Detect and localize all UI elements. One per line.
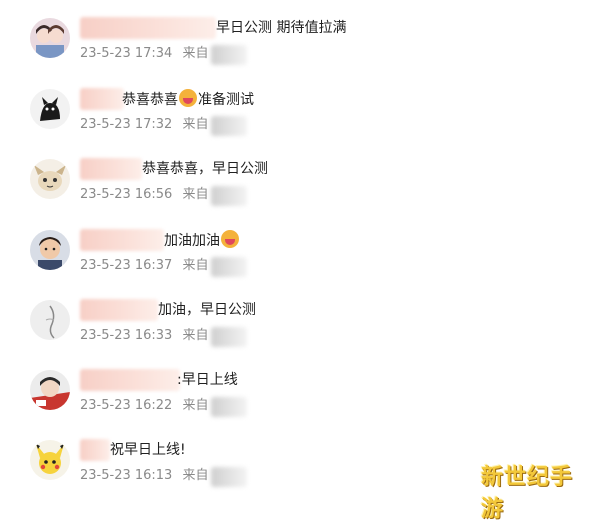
- comment-text: 祝早日上线!: [110, 442, 186, 458]
- comment-text: 早日公测 期待值拉满: [216, 20, 347, 36]
- username-blurred[interactable]: [80, 158, 142, 180]
- source-blurred: [211, 45, 247, 65]
- comment-source-label: 来自: [182, 258, 209, 273]
- comment-meta: 23-5-23 17:34 来自: [80, 45, 209, 63]
- cartoon-avatar-icon[interactable]: [30, 159, 70, 199]
- username-blurred[interactable]: [80, 229, 164, 251]
- man-avatar-icon[interactable]: [30, 230, 70, 270]
- comment-text: :早日上线: [177, 372, 238, 388]
- black-cat-avatar-icon[interactable]: [30, 89, 70, 129]
- blushing-emoji-icon: [221, 230, 239, 248]
- comment-source-label: 来自: [182, 328, 209, 343]
- pikachu-avatar-icon[interactable]: [30, 440, 70, 480]
- source-blurred: [211, 116, 247, 136]
- comment-item: 加油加油 23-5-23 16:37 来自: [0, 222, 594, 292]
- comment-source-label: 来自: [182, 468, 209, 483]
- source-blurred: [211, 467, 247, 487]
- comment-text-after: 准备测试: [198, 92, 254, 108]
- username-blurred[interactable]: [80, 88, 124, 110]
- comment-meta: 23-5-23 16:56 来自: [80, 186, 209, 204]
- comment-date: 23-5-23 16:13: [80, 468, 173, 483]
- comment-text-row: 加油加油: [164, 230, 240, 251]
- comment-source-label: 来自: [182, 187, 209, 202]
- laughing-emoji-icon: [179, 89, 197, 107]
- comment-meta: 23-5-23 16:22 来自: [80, 397, 209, 415]
- comment-item: :早日上线 23-5-23 16:22 来自: [0, 362, 594, 432]
- source-blurred: [211, 186, 247, 206]
- comment-date: 23-5-23 16:37: [80, 258, 173, 273]
- comment-date: 23-5-23 16:22: [80, 398, 173, 413]
- username-blurred[interactable]: [80, 369, 180, 391]
- comment-date: 23-5-23 16:33: [80, 328, 173, 343]
- comment-source-label: 来自: [182, 117, 209, 132]
- source-blurred: [211, 257, 247, 277]
- comment-text: 恭喜恭喜: [122, 92, 178, 108]
- comment-item: 恭喜恭喜，早日公测 23-5-23 16:56 来自: [0, 151, 594, 221]
- comment-text-row: 恭喜恭喜 准备测试: [122, 89, 254, 110]
- comment-date: 23-5-23 16:56: [80, 187, 173, 202]
- comment-text: 加油加油: [164, 233, 220, 249]
- source-blurred: [211, 397, 247, 417]
- comment-text: 恭喜恭喜，早日公测: [142, 161, 268, 177]
- username-blurred[interactable]: [80, 439, 110, 461]
- comment-item: 恭喜恭喜 准备测试 23-5-23 17:32 来自: [0, 81, 594, 151]
- comment-source-label: 来自: [182, 398, 209, 413]
- couple-avatar-icon[interactable]: [30, 18, 70, 58]
- comment-date: 23-5-23 17:32: [80, 117, 173, 132]
- sketch-avatar-icon[interactable]: [30, 300, 70, 340]
- source-blurred: [211, 327, 247, 347]
- comment-meta: 23-5-23 16:13 来自: [80, 467, 209, 485]
- comment-source-label: 来自: [182, 46, 209, 61]
- comment-meta: 23-5-23 16:33 来自: [80, 327, 209, 345]
- comment-date: 23-5-23 17:34: [80, 46, 173, 61]
- site-watermark: 新世纪手游: [481, 465, 574, 522]
- username-blurred[interactable]: [80, 299, 158, 321]
- comment-text: 加油，早日公测: [158, 302, 256, 318]
- comment-meta: 23-5-23 17:32 来自: [80, 116, 209, 134]
- username-blurred[interactable]: [80, 17, 216, 39]
- anime-avatar-icon[interactable]: [30, 370, 70, 410]
- comment-meta: 23-5-23 16:37 来自: [80, 257, 209, 275]
- comment-item: 早日公测 期待值拉满 23-5-23 17:34 来自: [0, 10, 594, 80]
- comment-item: 加油，早日公测 23-5-23 16:33 来自: [0, 292, 594, 362]
